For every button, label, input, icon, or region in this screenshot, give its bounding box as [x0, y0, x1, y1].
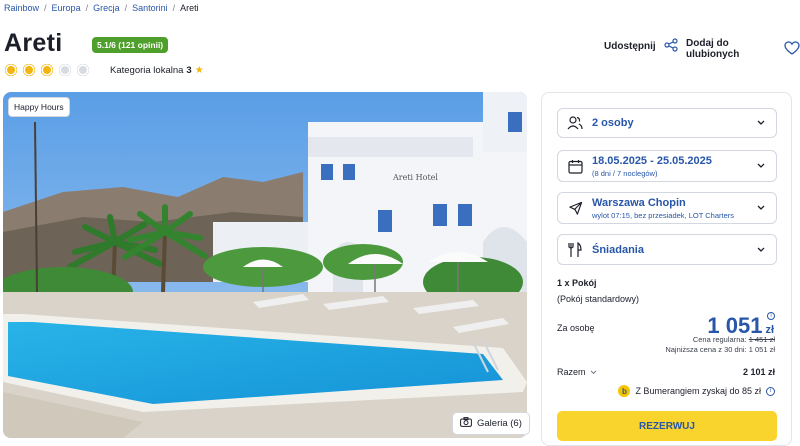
plane-icon: [566, 199, 584, 217]
breadcrumb-separator: /: [172, 3, 176, 13]
add-to-favorites-button[interactable]: Dodaj do ulubionych: [686, 38, 800, 60]
gallery-label: Galeria (6): [477, 418, 522, 429]
sun-icon: [22, 63, 36, 77]
breadcrumb-grecja[interactable]: Grecja: [93, 3, 120, 13]
total-value: 2 101 zł: [742, 367, 775, 377]
breadcrumb: Rainbow / Europa / Grecja / Santorini / …: [4, 3, 199, 13]
room-count: 1 x Pokój: [557, 278, 597, 288]
chevron-down-icon: [752, 205, 770, 211]
lowest-price-value: 1 051 zł: [748, 345, 775, 354]
flight-select[interactable]: Warszawa Chopin wylot 07:15, bez przesia…: [557, 192, 777, 224]
calendar-icon: [566, 157, 584, 175]
info-icon[interactable]: i: [766, 386, 775, 396]
departure-airport: Warszawa Chopin: [592, 196, 686, 209]
happy-hours-badge: Happy Hours: [8, 97, 70, 117]
sun-icon: [58, 63, 72, 77]
board-value: Śniadania: [592, 243, 644, 256]
hotel-title: Areti: [4, 29, 63, 57]
breadcrumb-santorini[interactable]: Santorini: [132, 3, 168, 13]
cutlery-icon: [566, 241, 584, 259]
share-icon: [664, 38, 678, 55]
lowest-price: Najniższa cena z 30 dni: 1 051 zł: [665, 345, 775, 354]
persons-value: 2 osoby: [592, 117, 634, 129]
camera-icon: [460, 417, 472, 430]
favorite-label: Dodaj do ulubionych: [686, 38, 740, 60]
star-icon: ★: [194, 65, 204, 76]
total-label: Razem: [557, 367, 586, 377]
total-toggle[interactable]: Razem: [557, 367, 597, 377]
svg-text:Areti Hotel: Areti Hotel: [392, 173, 438, 182]
sun-icon: [76, 63, 90, 77]
dates-select[interactable]: 18.05.2025 - 25.05.2025 (8 dni / 7 nocle…: [557, 150, 777, 182]
sun-rating: [4, 63, 90, 77]
regular-price: Cena regularna: 1 451 zł: [693, 335, 775, 344]
breadcrumb-separator: /: [85, 3, 89, 13]
booking-panel: 2 osoby 18.05.2025 - 25.05.2025 (8 dni /…: [541, 92, 792, 446]
bumerang-logo-icon: b: [618, 385, 631, 397]
board-select[interactable]: Śniadania: [557, 234, 777, 265]
share-button[interactable]: Udostępnij: [604, 38, 678, 55]
book-button[interactable]: REZERWUJ: [557, 411, 777, 441]
local-category: Kategoria lokalna 3 ★: [110, 65, 204, 76]
share-label: Udostępnij: [604, 41, 656, 52]
hotel-photo-illustration: Areti Hotel: [3, 92, 527, 438]
hotel-photo[interactable]: Areti Hotel: [3, 92, 527, 438]
regular-price-value: 1 451 zł: [748, 335, 775, 344]
people-icon: [566, 114, 584, 132]
bumerang-text: Z Bumerangiem zyskaj do 85 zł: [635, 386, 761, 396]
bumerang-promo: b Z Bumerangiem zyskaj do 85 zł i: [618, 385, 775, 397]
local-category-value: 3: [186, 65, 192, 76]
breadcrumb-rainbow[interactable]: Rainbow: [4, 3, 39, 13]
flight-details: wylot 07:15, bez przesiadek, LOT Charter…: [592, 210, 735, 220]
sun-icon: [40, 63, 54, 77]
breadcrumb-current: Areti: [180, 3, 199, 13]
per-person-label: Za osobę: [557, 323, 595, 333]
rating-badge[interactable]: 5.1/6 (121 opinii): [92, 37, 169, 53]
dates-duration: (8 dni / 7 noclegów): [592, 168, 658, 178]
info-icon[interactable]: i: [767, 312, 775, 320]
regular-price-label: Cena regularna:: [692, 335, 747, 344]
room-type: (Pokój standardowy): [557, 294, 640, 304]
dates-value: 18.05.2025 - 25.05.2025: [592, 154, 712, 167]
heart-icon: [784, 40, 800, 58]
local-category-label: Kategoria lokalna: [110, 65, 184, 76]
persons-select[interactable]: 2 osoby: [557, 108, 777, 138]
breadcrumb-europa[interactable]: Europa: [52, 3, 81, 13]
chevron-down-icon: [752, 247, 770, 253]
breadcrumb-separator: /: [124, 3, 128, 13]
chevron-down-icon: [752, 120, 770, 126]
chevron-down-icon: [590, 367, 597, 377]
breadcrumb-separator: /: [44, 3, 47, 13]
chevron-down-icon: [752, 163, 770, 169]
sun-icon: [4, 63, 18, 77]
gallery-button[interactable]: Galeria (6): [452, 412, 530, 435]
lowest-price-label: Najniższa cena z 30 dni:: [665, 345, 747, 354]
